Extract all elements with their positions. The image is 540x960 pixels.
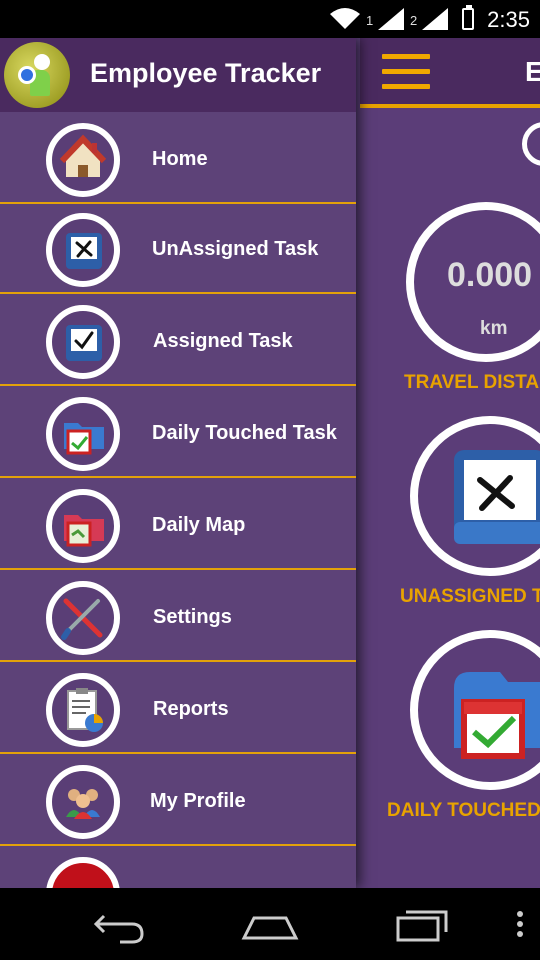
app-logo-icon <box>4 42 70 108</box>
app-title: Employee Tracker <box>90 58 322 88</box>
main-area: E 0.000 km TRAVEL DISTA UNASSIGNED T DAI… <box>0 38 540 888</box>
main-title: E <box>525 56 540 87</box>
hamburger-menu-icon[interactable] <box>382 54 430 90</box>
menu-item-my-profile[interactable]: My Profile <box>0 756 356 846</box>
daily-map-icon <box>46 489 120 563</box>
drawer-header: Employee Tracker <box>0 38 356 112</box>
travel-distance-unit: km <box>480 318 508 339</box>
menu-item-assigned-task[interactable]: Assigned Task <box>0 296 356 386</box>
menu-item-label: Assigned Task <box>153 330 293 352</box>
menu-item-logout[interactable] <box>0 848 356 888</box>
dashboard: 0.000 km TRAVEL DISTA UNASSIGNED T DAILY… <box>360 108 540 888</box>
menu-item-reports[interactable]: Reports <box>0 664 356 754</box>
settings-tools-icon <box>46 581 120 655</box>
unassigned-task-icon <box>46 213 120 287</box>
navigation-drawer: Employee Tracker Home UnAssigned Task As… <box>0 38 356 888</box>
menu-item-label: My Profile <box>150 790 246 812</box>
main-toolbar <box>360 38 540 108</box>
daily-touched-task-icon <box>454 672 540 759</box>
menu-item-label: Reports <box>153 698 229 720</box>
menu-item-label: Settings <box>153 606 232 628</box>
my-profile-icon <box>46 765 120 839</box>
menu-item-settings[interactable]: Settings <box>0 572 356 662</box>
unassigned-task-icon <box>454 450 540 544</box>
reports-icon <box>46 673 120 747</box>
back-icon[interactable] <box>90 904 150 944</box>
assigned-task-icon <box>46 305 120 379</box>
menu-item-label: Daily Touched Task <box>152 422 337 444</box>
system-nav-bar <box>0 888 540 960</box>
travel-distance-label: TRAVEL DISTA <box>404 372 540 393</box>
menu-item-home[interactable]: Home <box>0 114 356 204</box>
signal-icon <box>422 8 448 30</box>
daily-touched-task-icon <box>46 397 120 471</box>
home-nav-icon[interactable] <box>240 904 300 944</box>
status-bar: 1 2 2:35 <box>0 0 540 38</box>
wifi-icon <box>330 8 360 29</box>
recents-icon[interactable] <box>392 904 452 944</box>
home-icon <box>46 123 120 197</box>
menu-item-daily-touched-task[interactable]: Daily Touched Task <box>0 388 356 478</box>
menu-item-label: UnAssigned Task <box>152 238 319 260</box>
sim1-indicator: 1 <box>366 13 374 28</box>
battery-icon <box>462 5 474 30</box>
menu-item-unassigned-task[interactable]: UnAssigned Task <box>0 204 356 294</box>
small-toggle-circle[interactable] <box>522 122 540 166</box>
status-time: 2:35 <box>487 7 530 32</box>
daily-touched-task-label: DAILY TOUCHED <box>387 800 540 821</box>
menu-item-label: Daily Map <box>152 514 246 536</box>
sim2-indicator: 2 <box>410 13 418 28</box>
menu-item-daily-map[interactable]: Daily Map <box>0 480 356 570</box>
unassigned-task-label: UNASSIGNED T <box>400 586 540 607</box>
menu-item-label: Home <box>152 148 208 170</box>
overflow-menu-icon[interactable] <box>490 904 540 944</box>
travel-distance-value: 0.000 <box>447 256 533 294</box>
signal-icon <box>378 8 404 30</box>
logout-icon <box>46 857 120 888</box>
